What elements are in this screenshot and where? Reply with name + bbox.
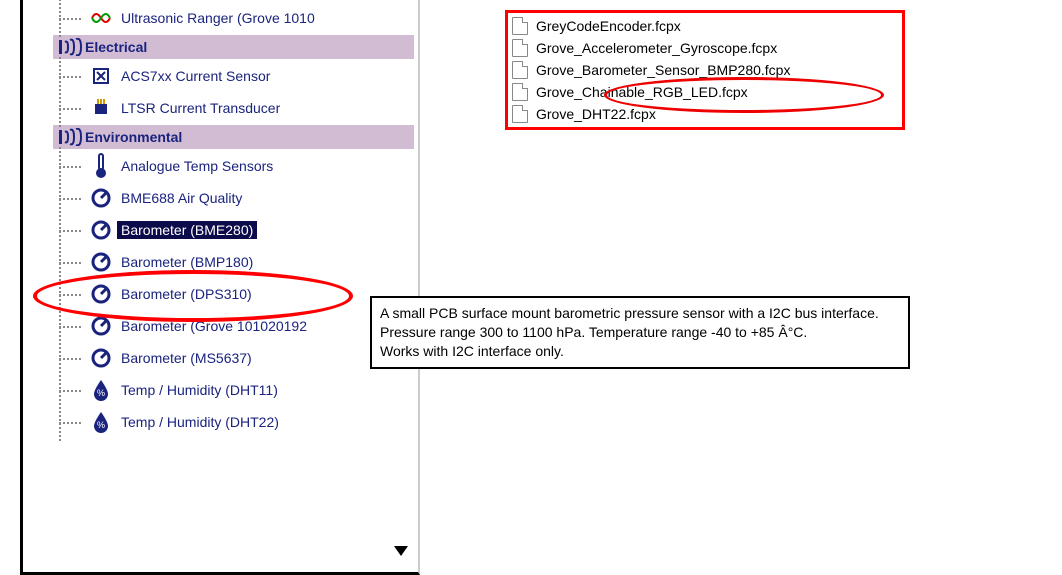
file-icon (512, 61, 528, 79)
tree-connector (53, 279, 89, 309)
tooltip: A small PCB surface mount barometric pre… (370, 296, 910, 369)
gauge-icon (89, 346, 113, 370)
item-label: Barometer (MS5637) (117, 349, 256, 367)
file-item[interactable]: Grove_Chainable_RGB_LED.fcpx (512, 81, 898, 103)
file-icon (512, 105, 528, 123)
tree-item-dps310[interactable]: Barometer (DPS310) (53, 278, 414, 310)
item-label: Barometer (Grove 101020192 (117, 317, 311, 335)
signal-icon (57, 37, 85, 57)
item-label: Temp / Humidity (DHT11) (117, 381, 282, 399)
category-environmental[interactable]: Environmental (53, 125, 414, 149)
item-label: Barometer (DPS310) (117, 285, 256, 303)
signal-icon (57, 127, 85, 147)
thermometer-icon (89, 154, 113, 178)
category-electrical[interactable]: Electrical (53, 35, 414, 59)
gauge-icon (89, 282, 113, 306)
x-sensor-icon (89, 64, 113, 88)
tree-connector (53, 61, 89, 91)
svg-text:%: % (97, 388, 105, 398)
tree-item-bmp180[interactable]: Barometer (BMP180) (53, 246, 414, 278)
file-name: Grove_Accelerometer_Gyroscope.fcpx (536, 40, 777, 56)
item-label-selected: Barometer (BME280) (117, 221, 257, 239)
category-label: Electrical (85, 39, 147, 55)
tree-item-bme280[interactable]: Barometer (BME280) (53, 214, 414, 246)
transducer-icon (89, 96, 113, 120)
tooltip-line: Works with I2C interface only. (380, 342, 900, 361)
ultrasonic-icon (89, 6, 113, 30)
scroll-down-arrow[interactable] (394, 546, 408, 556)
tree-item-grove-baro[interactable]: Barometer (Grove 101020192 (53, 310, 414, 342)
tooltip-line: Pressure range 300 to 1100 hPa. Temperat… (380, 323, 900, 342)
tooltip-line: A small PCB surface mount barometric pre… (380, 304, 900, 323)
tree-connector (53, 93, 89, 123)
file-item-partial[interactable]: GreyCodeEncoder.fcpx (512, 15, 898, 37)
file-item[interactable]: Grove_Accelerometer_Gyroscope.fcpx (512, 37, 898, 59)
tree-connector (53, 375, 89, 405)
tree-connector (53, 151, 89, 181)
file-item[interactable]: Grove_Barometer_Sensor_BMP280.fcpx (512, 59, 898, 81)
tree-item-ultrasonic[interactable]: Ultrasonic Ranger (Grove 1010 (53, 2, 414, 34)
tree-item-acs7xx[interactable]: ACS7xx Current Sensor (53, 60, 414, 92)
tree-connector (53, 215, 89, 245)
item-label: Temp / Humidity (DHT22) (117, 413, 283, 431)
humidity-icon: % (89, 410, 113, 434)
file-icon (512, 17, 528, 35)
file-list-highlight: GreyCodeEncoder.fcpx Grove_Accelerometer… (505, 10, 905, 130)
tree-item-bme688[interactable]: BME688 Air Quality (53, 182, 414, 214)
file-name: GreyCodeEncoder.fcpx (536, 18, 681, 34)
file-name: Grove_DHT22.fcpx (536, 106, 656, 122)
tree-item-dht22[interactable]: % Temp / Humidity (DHT22) (53, 406, 414, 438)
item-label: Analogue Temp Sensors (117, 157, 277, 175)
tree-item-ms5637[interactable]: Barometer (MS5637) (53, 342, 414, 374)
tree-connector (53, 407, 89, 437)
gauge-icon (89, 186, 113, 210)
gauge-icon (89, 250, 113, 274)
svg-text:%: % (97, 420, 105, 430)
tree-item-analogue-temp[interactable]: Analogue Temp Sensors (53, 150, 414, 182)
tree-content: Ultrasonic Ranger (Grove 1010 Electrical… (23, 0, 418, 440)
gauge-icon (89, 314, 113, 338)
item-label: Barometer (BMP180) (117, 253, 257, 271)
category-label: Environmental (85, 129, 182, 145)
humidity-icon: % (89, 378, 113, 402)
file-icon (512, 83, 528, 101)
item-label: BME688 Air Quality (117, 189, 246, 207)
tree-item-dht11[interactable]: % Temp / Humidity (DHT11) (53, 374, 414, 406)
tree-connector (53, 247, 89, 277)
tree-connector (53, 183, 89, 213)
item-label: Ultrasonic Ranger (Grove 1010 (117, 9, 319, 27)
gauge-icon (89, 218, 113, 242)
tree-item-ltsr[interactable]: LTSR Current Transducer (53, 92, 414, 124)
file-item[interactable]: Grove_DHT22.fcpx (512, 103, 898, 125)
item-label: ACS7xx Current Sensor (117, 67, 274, 85)
tree-connector (53, 3, 89, 33)
file-name: Grove_Chainable_RGB_LED.fcpx (536, 84, 748, 100)
component-tree-panel: Ultrasonic Ranger (Grove 1010 Electrical… (20, 0, 420, 575)
tree-connector (53, 343, 89, 373)
file-icon (512, 39, 528, 57)
tree-connector (53, 311, 89, 341)
file-name: Grove_Barometer_Sensor_BMP280.fcpx (536, 62, 790, 78)
item-label: LTSR Current Transducer (117, 99, 284, 117)
